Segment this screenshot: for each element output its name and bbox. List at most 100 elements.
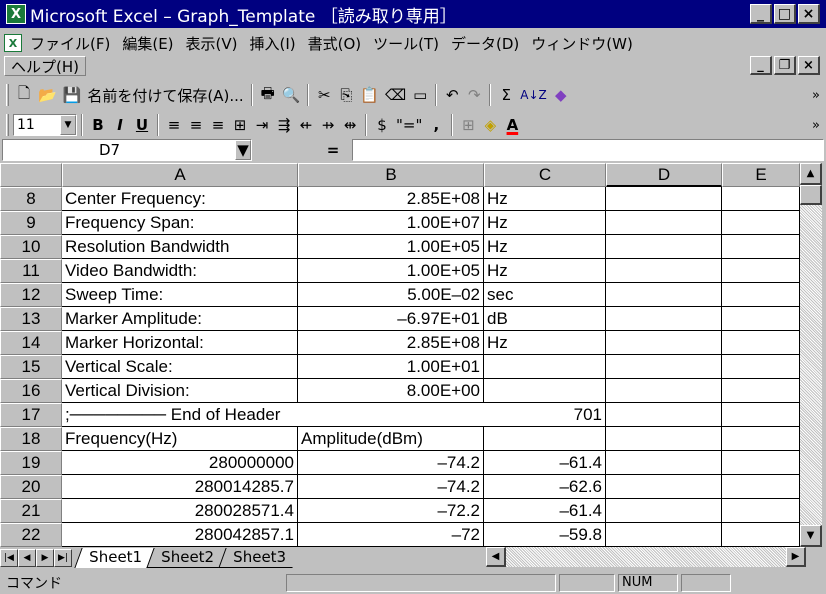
menu-data[interactable]: データ(D) [451, 33, 519, 54]
cell-a[interactable]: Vertical Scale: [62, 355, 298, 379]
row-header[interactable]: 9 [0, 211, 62, 235]
doc-restore-button[interactable]: ❐ [774, 56, 796, 75]
sheet-tab-1[interactable]: Sheet1 [74, 548, 156, 568]
cell-d[interactable] [606, 211, 722, 235]
autosum-icon[interactable]: Σ [495, 83, 517, 107]
first-sheet-icon[interactable]: |◀ [0, 549, 18, 567]
toolbar-grip[interactable] [6, 84, 9, 106]
cell-c[interactable]: 701 [484, 403, 606, 427]
menu-file[interactable]: ファイル(F) [30, 33, 110, 54]
cell-c[interactable]: Hz [484, 187, 606, 211]
bold-button[interactable]: B [87, 113, 109, 137]
cell-b[interactable]: –74.2 [298, 451, 484, 475]
cell-a[interactable]: Center Frequency: [62, 187, 298, 211]
menu-help[interactable]: ヘルプ(H) [11, 56, 79, 77]
row-header[interactable]: 11 [0, 259, 62, 283]
format-icon-2[interactable]: ⇶ [273, 113, 295, 137]
toolbar-more-icon[interactable]: » [812, 118, 820, 133]
format-icon-5[interactable]: ⇹ [339, 113, 361, 137]
cell-c[interactable]: dB [484, 307, 606, 331]
row-header[interactable]: 8 [0, 187, 62, 211]
cell-d[interactable] [606, 499, 722, 523]
cell-e[interactable] [722, 379, 800, 403]
chart-wizard-icon[interactable]: ◆ [550, 83, 572, 107]
undo-icon[interactable]: ↶ [441, 83, 463, 107]
last-sheet-icon[interactable]: ▶| [54, 549, 72, 567]
cell-d[interactable] [606, 403, 722, 427]
cell-b[interactable] [298, 403, 484, 427]
sheet-tab-2[interactable]: Sheet2 [146, 548, 228, 568]
font-size-select[interactable]: 11 ▼ [13, 114, 77, 136]
cell-e[interactable] [722, 427, 800, 451]
merge-center-icon[interactable]: ⊞ [229, 113, 251, 137]
close-button[interactable]: × [798, 4, 820, 24]
cell-b[interactable]: –72.2 [298, 499, 484, 523]
cell-a[interactable]: 280042857.1 [62, 523, 298, 547]
menu-tools[interactable]: ツール(T) [373, 33, 439, 54]
column-header-c[interactable]: C [484, 163, 606, 187]
style-icon[interactable]: "=" [393, 113, 425, 137]
cell-e[interactable] [722, 259, 800, 283]
row-header[interactable]: 13 [0, 307, 62, 331]
row-header[interactable]: 12 [0, 283, 62, 307]
cell-c[interactable]: sec [484, 283, 606, 307]
cell-b[interactable]: 1.00E+01 [298, 355, 484, 379]
cell-e[interactable] [722, 235, 800, 259]
sheet-tab-3[interactable]: Sheet3 [218, 548, 300, 568]
align-left-icon[interactable]: ≡ [163, 113, 185, 137]
next-sheet-icon[interactable]: ▶ [36, 549, 54, 567]
cell-c[interactable]: –62.6 [484, 475, 606, 499]
comma-style-icon[interactable]: , [425, 113, 447, 137]
scroll-down-icon[interactable]: ▼ [800, 525, 822, 547]
cell-c[interactable]: Hz [484, 331, 606, 355]
row-header[interactable]: 21 [0, 499, 62, 523]
minimize-button[interactable]: _ [750, 4, 772, 24]
column-header-b[interactable]: B [298, 163, 484, 187]
cell-c[interactable]: –61.4 [484, 499, 606, 523]
cell-e[interactable] [722, 403, 800, 427]
workbook-icon[interactable]: X [4, 34, 22, 52]
cell-d[interactable] [606, 427, 722, 451]
cell-a[interactable]: 280000000 [62, 451, 298, 475]
cell-c[interactable]: Hz [484, 211, 606, 235]
cell-a[interactable]: Marker Amplitude: [62, 307, 298, 331]
equals-button[interactable]: = [316, 141, 350, 159]
font-color-icon[interactable]: A [501, 113, 523, 137]
select-all-button[interactable] [0, 163, 62, 187]
cell-d[interactable] [606, 355, 722, 379]
prev-sheet-icon[interactable]: ◀ [18, 549, 36, 567]
cell-e[interactable] [722, 211, 800, 235]
cell-b[interactable]: Amplitude(dBm) [298, 427, 484, 451]
paste-icon[interactable]: 📋 [357, 83, 382, 107]
cell-d[interactable] [606, 379, 722, 403]
cell-a[interactable]: Frequency(Hz) [62, 427, 298, 451]
menu-format[interactable]: 書式(O) [308, 33, 362, 54]
cell-e[interactable] [722, 355, 800, 379]
row-header[interactable]: 16 [0, 379, 62, 403]
title-bar[interactable]: X Microsoft Excel – Graph_Template ［読み取り… [0, 0, 826, 28]
maximize-button[interactable]: □ [774, 4, 796, 24]
formula-input[interactable] [352, 139, 824, 161]
scroll-up-icon[interactable]: ▲ [800, 163, 822, 185]
menu-insert[interactable]: 挿入(I) [250, 33, 296, 54]
insert-hyperlink-icon[interactable]: ▭ [409, 83, 431, 107]
format-icon-1[interactable]: ⇥ [251, 113, 273, 137]
format-icon-3[interactable]: ⇷ [295, 113, 317, 137]
scroll-track[interactable] [506, 547, 786, 567]
scroll-right-icon[interactable]: ▶ [786, 547, 806, 567]
redo-icon[interactable]: ↷ [463, 83, 485, 107]
cell-e[interactable] [722, 499, 800, 523]
horizontal-scrollbar[interactable]: ◀ ▶ [486, 547, 806, 567]
cell-b[interactable]: 1.00E+05 [298, 235, 484, 259]
row-header[interactable]: 22 [0, 523, 62, 547]
cut-icon[interactable]: ✂ [313, 83, 335, 107]
cell-a[interactable]: Marker Horizontal: [62, 331, 298, 355]
copy-icon[interactable]: ⎘ [335, 83, 357, 107]
new-icon[interactable]: 🗋 [13, 83, 35, 107]
cell-a[interactable]: Resolution Bandwidth [62, 235, 298, 259]
cell-e[interactable] [722, 523, 800, 547]
cell-b[interactable]: 5.00E–02 [298, 283, 484, 307]
cell-e[interactable] [722, 475, 800, 499]
currency-icon[interactable]: $ [371, 113, 393, 137]
cell-d[interactable] [606, 187, 722, 211]
